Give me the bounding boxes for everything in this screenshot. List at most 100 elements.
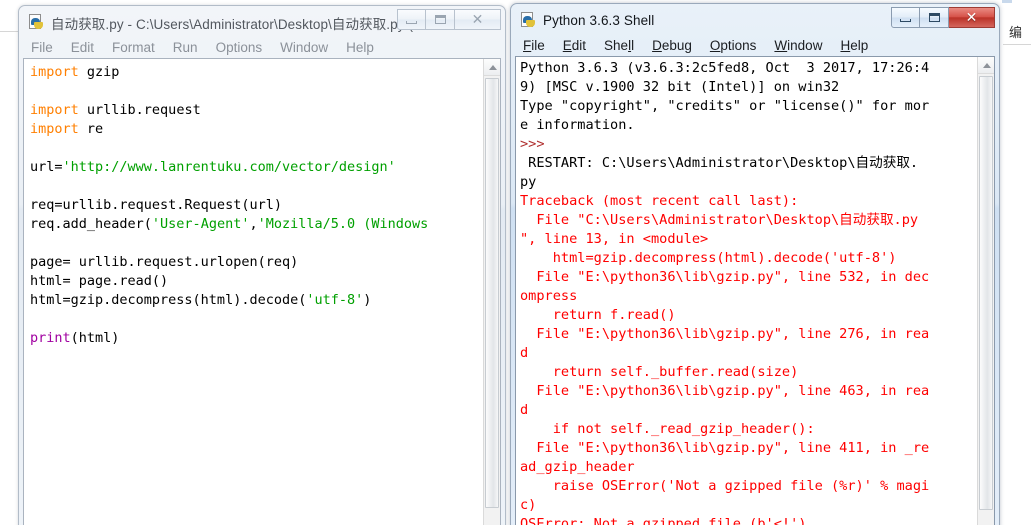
code-line: import re [30,120,483,139]
code-line: url='http://www.lanrentuku.com/vector/de… [30,158,483,177]
shell-output[interactable]: Python 3.6.3 (v3.6.3:2c5fed8, Oct 3 2017… [516,57,977,525]
code-line: import urllib.request [30,101,483,120]
shell-menubar[interactable]: File Edit Shell Debug Options Window Help [515,34,995,56]
code-token: re [78,121,104,137]
editor-titlebar[interactable]: 自动获取.py - C:\Users\Administrator\Desktop… [23,9,501,36]
shell-output-line: 9) [MSC v.1900 32 bit (Intel)] on win32 [520,79,840,95]
editor-window[interactable]: 自动获取.py - C:\Users\Administrator\Desktop… [18,5,506,525]
shell-output-line: Python 3.6.3 (v3.6.3:2c5fed8, Oct 3 2017… [520,60,930,76]
shell-output-line: File "E:\python36\lib\gzip.py", line 463… [520,383,930,399]
code-line: req=urllib.request.Request(url) [30,196,483,215]
menu-edit[interactable]: Edit [71,40,103,55]
shell-scroll-up-button[interactable] [978,57,994,74]
code-line: html= page.read() [30,272,483,291]
code-token: req.add_header( [30,216,152,232]
python-file-icon [28,14,45,31]
code-token: html= page.read() [30,273,169,289]
shell-output-line: ad_gzip_header [520,459,635,475]
code-line: html=gzip.decompress(html).decode('utf-8… [30,291,483,310]
code-token: 'User-Agent' [151,216,250,232]
maximize-icon [434,15,446,24]
shell-client-area: Python 3.6.3 (v3.6.3:2c5fed8, Oct 3 2017… [515,56,995,525]
shell-menu-shell[interactable]: Shell [604,38,643,53]
desktop-screen: 编 自动获取.py - C:\Users\Administrator\Deskt… [0,0,1031,525]
background-divider-right [1003,44,1031,45]
shell-output-line: Traceback (most recent call last): [520,193,799,209]
shell-maximize-button[interactable] [920,7,949,28]
code-token: html=gzip.decompress(html).decode( [30,292,307,308]
code-token: print [30,330,71,346]
shell-window-controls[interactable]: ✕ [891,7,995,28]
code-token: url= [30,159,63,175]
editor-scroll-thumb[interactable] [485,78,499,508]
shell-output-line: >>> [520,136,545,152]
editor-minimize-button[interactable] [397,9,426,30]
shell-menu-window[interactable]: Window [774,38,831,53]
code-line: req.add_header('User-Agent','Mozilla/5.0… [30,215,483,234]
shell-output-line: File "E:\python36\lib\gzip.py", line 532… [520,269,930,285]
maximize-icon [928,13,940,22]
shell-close-button[interactable]: ✕ [949,7,995,28]
background-label-right: 编 [1009,26,1023,41]
code-token: 'Mozilla/5.0 (Windows [257,216,429,232]
minimize-icon [406,20,417,24]
minimize-icon [900,18,911,22]
menu-format[interactable]: Format [112,40,164,55]
code-token: , [249,216,258,232]
code-token: import [30,64,79,80]
code-token: 'utf-8' [306,292,364,308]
code-line: page= urllib.request.urlopen(req) [30,253,483,272]
shell-output-line: File "E:\python36\lib\gzip.py", line 276… [520,326,930,342]
shell-output-line: File "C:\Users\Administrator\Desktop\自动获… [520,212,919,228]
code-token: urllib.request [78,102,201,118]
code-token: gzip [78,64,120,80]
shell-output-line: html=gzip.decompress(html).decode('utf-8… [520,250,897,266]
shell-output-line: Type "copyright", "credits" or "license(… [520,98,930,114]
menu-window[interactable]: Window [280,40,337,55]
python-shell-icon [520,12,537,29]
shell-output-line: ompress [520,288,578,304]
shell-output-line: RESTART: C:\Users\Administrator\Desktop\… [520,155,919,171]
shell-menu-debug[interactable]: Debug [652,38,701,53]
code-line: import gzip [30,63,483,82]
editor-close-button[interactable]: ✕ [455,9,501,30]
shell-menu-edit[interactable]: Edit [563,38,595,53]
code-editor[interactable]: import gzip import urllib.request import … [24,59,483,525]
menu-options[interactable]: Options [216,40,272,55]
shell-menu-file[interactable]: File [523,38,554,53]
shell-scroll-thumb[interactable] [979,76,993,510]
shell-menu-help[interactable]: Help [840,38,877,53]
shell-window[interactable]: Python 3.6.3 Shell ✕ File Edit Shell Debug O… [510,3,1000,525]
menu-run[interactable]: Run [173,40,207,55]
editor-menubar[interactable]: File Edit Format Run Options Window Help [23,36,501,58]
shell-menu-options[interactable]: Options [710,38,766,53]
close-icon: ✕ [965,9,978,26]
code-token: (html) [70,330,120,346]
editor-window-controls[interactable]: ✕ [397,9,501,30]
shell-output-line: raise OSError('Not a gzipped file (%r)' … [520,478,930,494]
shell-output-line: return f.read() [520,307,676,323]
editor-scroll-up-button[interactable] [484,59,500,76]
shell-output-line: c) [520,497,537,513]
code-token: 'http://www.lanrentuku.com/vector/design… [62,159,396,175]
shell-title: Python 3.6.3 Shell [543,13,655,28]
shell-output-line: return self._buffer.read(size) [520,364,799,380]
shell-output-line: OSError: Not a gzipped file (b'<!') [520,516,807,525]
shell-minimize-button[interactable] [891,7,920,28]
chevron-up-icon [982,62,991,68]
code-token: req=urllib.request.Request(url) [30,197,282,213]
shell-vertical-scrollbar[interactable] [977,57,994,525]
shell-output-line: ", line 13, in <module> [520,231,709,247]
editor-vertical-scrollbar[interactable] [483,59,500,525]
editor-maximize-button[interactable] [426,9,455,30]
menu-file[interactable]: File [31,40,62,55]
chevron-up-icon [488,64,497,70]
menu-help[interactable]: Help [346,40,383,55]
editor-title: 自动获取.py - C:\Users\Administrator\Desktop… [51,16,425,32]
shell-output-line: if not self._read_gzip_header(): [520,421,815,437]
shell-titlebar[interactable]: Python 3.6.3 Shell ✕ [515,7,995,34]
